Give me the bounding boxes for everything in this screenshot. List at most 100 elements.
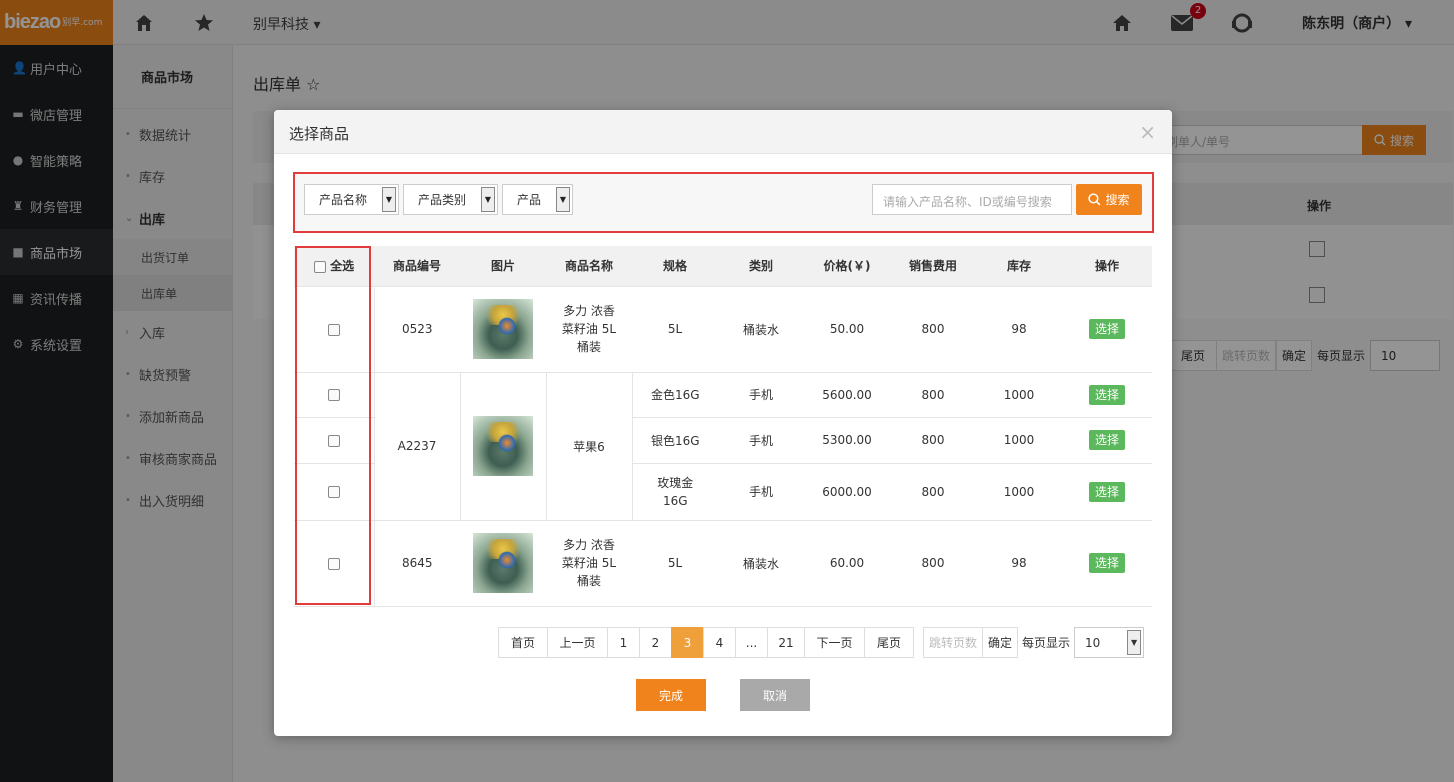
cell-price: 60.00 (804, 520, 890, 607)
page-prev[interactable]: 上一页 (547, 627, 608, 658)
product-name-select-value: 产品名称 (319, 193, 368, 207)
cell-code: 0523 (374, 286, 460, 373)
select-button[interactable]: 选择 (1088, 553, 1125, 573)
product-table: 全选 商品编号 图片 商品名称 规格 类别 价格(￥) 销售费用 库存 操作 0… (294, 246, 1152, 607)
product-category-select-value: 产品类别 (418, 193, 467, 207)
header-stock: 库存 (976, 246, 1062, 287)
product-name-text: 多力 浓香菜籽油 5L桶装 (561, 304, 617, 354)
cell-image (460, 372, 547, 521)
cell-type: 手机 (718, 417, 804, 464)
table-header-row: 全选 商品编号 图片 商品名称 规格 类别 价格(￥) 销售费用 库存 操作 (294, 246, 1152, 287)
cell-type: 手机 (718, 372, 804, 418)
page-last[interactable]: 尾页 (864, 627, 914, 658)
close-icon[interactable]: × (1139, 120, 1156, 144)
cell-name: 苹果6 (546, 372, 633, 521)
caret-down-icon: ▼ (556, 187, 570, 212)
cell-spec: 玫瑰金16G (632, 463, 718, 521)
cell-action: 选择 (1062, 372, 1152, 418)
product-thumbnail (473, 416, 533, 476)
cell-fee: 800 (890, 417, 976, 464)
cell-code: A2237 (374, 372, 461, 521)
cell-price: 5300.00 (804, 417, 890, 464)
row-select-cell (294, 520, 375, 607)
cell-stock: 1000 (976, 417, 1062, 464)
caret-down-icon: ▼ (481, 187, 495, 212)
page-first[interactable]: 首页 (498, 627, 548, 658)
product-name-select[interactable]: 产品名称 ▼ (304, 184, 399, 215)
modal-title: 选择商品 (289, 125, 350, 143)
per-page: 每页显示 10 ▼ (1022, 627, 1145, 658)
table-row: 8645 多力 浓香菜籽油 5L桶装 5L 桶装水 60.00 800 98 选… (294, 520, 1152, 607)
cell-type: 手机 (718, 463, 804, 521)
select-product-modal: 选择商品 × 产品名称 ▼ 产品类别 ▼ 产品 ▼ 请输入产品名称、ID或编号搜… (274, 110, 1172, 736)
select-button[interactable]: 选择 (1088, 319, 1125, 339)
cell-price: 50.00 (804, 286, 890, 373)
page-3[interactable]: 3 (671, 627, 704, 658)
select-all-checkbox[interactable] (313, 260, 326, 273)
cell-type: 桶装水 (718, 520, 804, 607)
pagination: 首页 上一页 1 2 3 4 ... 21 下一页 尾页 跳转页数 确定 每页显… (498, 627, 1145, 658)
cell-image (460, 286, 546, 373)
cell-fee: 800 (890, 286, 976, 373)
cell-action: 选择 (1062, 463, 1152, 521)
page-2[interactable]: 2 (639, 627, 672, 658)
page-jump-confirm[interactable]: 确定 (982, 627, 1018, 658)
select-all-header[interactable]: 全选 (294, 246, 374, 287)
per-page-value: 10 (1085, 635, 1101, 650)
cell-spec: 银色16G (632, 417, 718, 464)
header-spec: 规格 (632, 246, 718, 287)
row-checkbox[interactable] (327, 434, 340, 447)
header-sales-fee: 销售费用 (890, 246, 976, 287)
page-21[interactable]: 21 (767, 627, 805, 658)
select-button[interactable]: 选择 (1088, 430, 1125, 450)
select-button[interactable]: 选择 (1088, 481, 1125, 502)
done-button[interactable]: 完成 (636, 679, 706, 711)
page-next[interactable]: 下一页 (804, 627, 865, 658)
cell-image (460, 520, 546, 607)
header-type: 类别 (718, 246, 804, 287)
row-checkbox[interactable] (327, 389, 340, 401)
cell-stock: 1000 (976, 372, 1062, 418)
select-button[interactable]: 选择 (1088, 384, 1125, 405)
cell-price: 6000.00 (804, 463, 890, 521)
caret-down-icon: ▼ (1127, 630, 1142, 655)
spec-text: 玫瑰金16G (657, 475, 694, 508)
product-search-input[interactable]: 请输入产品名称、ID或编号搜索 (872, 184, 1072, 215)
header-code: 商品编号 (374, 246, 460, 287)
row-checkbox[interactable] (327, 323, 340, 336)
product-search-button[interactable]: 搜索 (1076, 184, 1142, 215)
page-1[interactable]: 1 (607, 627, 640, 658)
cancel-button[interactable]: 取消 (740, 679, 810, 711)
row-checkbox[interactable] (327, 486, 340, 498)
header-price: 价格(￥) (804, 246, 890, 287)
cell-fee: 800 (890, 372, 976, 418)
product-select[interactable]: 产品 ▼ (502, 184, 573, 215)
cell-price: 5600.00 (804, 372, 890, 418)
cell-fee: 800 (890, 520, 976, 607)
header-image: 图片 (460, 246, 546, 287)
page-4[interactable]: 4 (703, 627, 736, 658)
cell-stock: 98 (976, 520, 1062, 607)
header-name: 商品名称 (546, 246, 632, 287)
cell-stock: 98 (976, 286, 1062, 373)
product-name-text: 多力 浓香菜籽油 5L桶装 (561, 538, 617, 588)
page-ellipsis: ... (735, 627, 768, 658)
table-row: A2237 苹果6 金色16G 手机 5600.00 800 1000 选择 (294, 372, 1152, 521)
product-thumbnail (473, 533, 533, 593)
table-row: 0523 多力 浓香菜籽油 5L桶装 5L 桶装水 50.00 800 98 选… (294, 286, 1152, 373)
cell-spec: 5L (632, 286, 718, 373)
cell-type: 桶装水 (718, 286, 804, 373)
cell-code: 8645 (374, 520, 460, 607)
cell-name: 多力 浓香菜籽油 5L桶装 (546, 520, 632, 607)
cell-action: 选择 (1062, 286, 1152, 373)
per-page-select[interactable]: 10 ▼ (1074, 627, 1145, 658)
row-select-cell (294, 463, 375, 521)
product-category-select[interactable]: 产品类别 ▼ (403, 184, 498, 215)
row-select-cell (294, 417, 375, 464)
cell-spec: 金色16G (632, 372, 718, 418)
page-jump-input[interactable]: 跳转页数 (923, 627, 983, 658)
modal-header: 选择商品 × (274, 110, 1172, 154)
search-icon (1088, 193, 1101, 206)
row-checkbox[interactable] (327, 557, 340, 570)
cell-name: 多力 浓香菜籽油 5L桶装 (546, 286, 632, 373)
